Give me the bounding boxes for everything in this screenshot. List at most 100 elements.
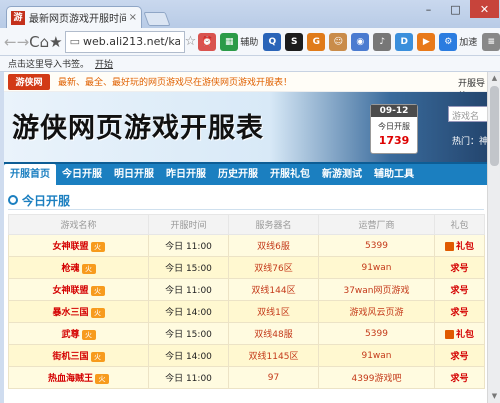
calendar-count: 1739 xyxy=(378,134,410,147)
nav-tab-2[interactable]: 明日开服 xyxy=(108,164,160,185)
game-name-link[interactable]: 女神联盟 xyxy=(52,286,88,296)
nav-tab-1[interactable]: 今日开服 xyxy=(56,164,108,185)
column-header: 开服时间 xyxy=(148,214,229,235)
nav-tab-5[interactable]: 开服礼包 xyxy=(264,164,316,185)
game-ext-icon[interactable]: G xyxy=(307,32,326,51)
game-cell: 武尊火 xyxy=(8,322,149,345)
disk-ext-icon[interactable]: ◉ xyxy=(351,32,370,51)
today-calendar: 09-12 今日开服 1739 xyxy=(370,104,418,154)
maximize-button[interactable]: □ xyxy=(443,0,468,18)
operator-link[interactable]: 5399 xyxy=(318,234,435,257)
gift-link[interactable]: 求号 xyxy=(450,264,468,274)
scroll-down-icon[interactable]: ▼ xyxy=(490,392,499,401)
scroll-up-icon[interactable]: ▲ xyxy=(490,74,499,83)
gift-link[interactable]: 求号 xyxy=(450,374,468,384)
game-name-link[interactable]: 街机三国 xyxy=(52,352,88,362)
hot-badge-icon: 火 xyxy=(90,241,105,252)
gift-link[interactable]: 礼包 xyxy=(456,242,474,252)
server-name-link[interactable]: 双线6服 xyxy=(228,234,319,257)
gift-cell: 求号 xyxy=(434,300,485,323)
calendar-label: 今日开服 xyxy=(378,122,410,131)
site-logo[interactable]: 游侠网 xyxy=(8,73,50,90)
server-name-link[interactable]: 双线1区 xyxy=(228,300,319,323)
bookmarks-star-icon[interactable]: ★ xyxy=(49,31,62,53)
close-window-button[interactable]: ✕ xyxy=(470,0,499,18)
tab-title: 最新网页游戏开服时间表 xyxy=(29,14,126,25)
open-time-cell: 今日 11:00 xyxy=(148,278,229,301)
tab-close-icon[interactable]: × xyxy=(129,12,137,23)
hot-badge-icon: 火 xyxy=(81,329,96,340)
site-top-strip: 游侠网 最新、最全、最好玩的网页游戏尽在游侠网页游戏开服表！ 开服导航 xyxy=(4,72,487,102)
qq-ext-icon[interactable]: Q xyxy=(263,32,282,51)
page-scrollbar[interactable]: ▲ ▼ xyxy=(487,72,500,403)
operator-link[interactable]: 4399游戏吧 xyxy=(318,366,435,389)
game-name-link[interactable]: 女神联盟 xyxy=(52,242,88,252)
bookmark-star-icon[interactable]: ☆ xyxy=(185,34,197,49)
scroll-thumb[interactable] xyxy=(490,86,499,166)
promo-text: 最新、最全、最好玩的网页游戏尽在游侠网页游戏开服表！ xyxy=(58,78,293,88)
nav-tab-6[interactable]: 新游测试 xyxy=(316,164,368,185)
game-name-link[interactable]: 暴水三国 xyxy=(52,308,88,318)
nav-tab-7[interactable]: 辅助工具 xyxy=(368,164,420,185)
nav-tab-4[interactable]: 历史开服 xyxy=(212,164,264,185)
address-text[interactable]: web.ali213.net/kai xyxy=(83,35,180,48)
server-name-link[interactable]: 双线76区 xyxy=(228,256,319,279)
hot-badge-icon: 火 xyxy=(81,263,96,274)
gift-link[interactable]: 求号 xyxy=(450,352,468,362)
gift-icon xyxy=(444,330,454,339)
gift-cell: 求号 xyxy=(434,278,485,301)
operator-link[interactable]: 5399 xyxy=(318,322,435,345)
menu-icon[interactable]: ≡ xyxy=(482,32,500,51)
game-name-link[interactable]: 武尊 xyxy=(61,330,79,340)
gift-link[interactable]: 求号 xyxy=(450,286,468,296)
nav-tab-0[interactable]: 开服首页 xyxy=(4,164,56,185)
speedup-ext-icon[interactable]: ⚙ xyxy=(439,32,458,51)
game-cell: 暴水三国火 xyxy=(8,300,149,323)
play-ext-icon[interactable]: ▶ xyxy=(417,32,436,51)
assist-ext-icon[interactable]: ▦ xyxy=(220,32,239,51)
forward-button[interactable]: → xyxy=(17,31,30,53)
gift-cell: 礼包 xyxy=(434,322,485,345)
open-time-cell: 今日 11:00 xyxy=(148,366,229,389)
address-bar[interactable]: ▭ web.ali213.net/kai xyxy=(64,30,185,53)
server-name-link[interactable]: 双线48服 xyxy=(228,322,319,345)
gift-link[interactable]: 礼包 xyxy=(456,330,474,340)
table-row: 热血海贼王火今日 11:00 97 4399游戏吧 求号 xyxy=(8,366,485,389)
banner-title: 游侠网页游戏开服表 xyxy=(12,113,264,144)
operator-link[interactable]: 91wan xyxy=(318,256,435,279)
import-bookmarks-link[interactable]: 开始 xyxy=(95,57,113,70)
speedup-ext-label[interactable]: 加速 xyxy=(459,35,477,48)
assist-ext-label[interactable]: 辅助 xyxy=(240,35,258,48)
browser-toolbar: ← → C ⌂ ★ ▭ web.ali213.net/kai ☆ ⏰ ▦ 辅助 Q S G… xyxy=(0,28,500,56)
server-name-link[interactable]: 双线144区 xyxy=(228,278,319,301)
new-tab-button[interactable] xyxy=(143,12,171,26)
nav-tab-3[interactable]: 昨日开服 xyxy=(160,164,212,185)
server-name-link[interactable]: 97 xyxy=(228,366,319,389)
hot-games-label: 热门：神魔 xyxy=(452,137,487,147)
game-name-link[interactable]: 热血海贼王 xyxy=(48,374,93,384)
translate-ext-icon[interactable]: S xyxy=(285,32,304,51)
game-cell: 街机三国火 xyxy=(8,344,149,367)
browser-tab[interactable]: 游 最新网页游戏开服时间表 × xyxy=(6,6,142,28)
operator-link[interactable]: 91wan xyxy=(318,344,435,367)
column-header: 运营厂商 xyxy=(318,214,435,235)
open-time-cell: 今日 15:00 xyxy=(148,256,229,279)
media-ext-icon[interactable]: D xyxy=(395,32,414,51)
gift-cell: 礼包 xyxy=(434,234,485,257)
game-name-link[interactable]: 枪魂 xyxy=(61,264,79,274)
server-name-link[interactable]: 双线1145区 xyxy=(228,344,319,367)
reload-button[interactable]: C xyxy=(29,31,39,53)
operator-link[interactable]: 37wan网页游戏 xyxy=(318,278,435,301)
operator-link[interactable]: 游戏风云页游 xyxy=(318,300,435,323)
back-button[interactable]: ← xyxy=(4,31,17,53)
column-header: 服务器名 xyxy=(228,214,319,235)
browser-tab-strip: 游 最新网页游戏开服时间表 × – □ ✕ xyxy=(0,0,500,28)
sound-ext-icon[interactable]: ♪ xyxy=(373,32,392,51)
table-row: 街机三国火今日 14:00 双线1145区 91wan 求号 xyxy=(8,344,485,367)
gift-link[interactable]: 求号 xyxy=(450,308,468,318)
game-search-input[interactable]: 游戏名 xyxy=(448,106,487,122)
alarm-ext-icon[interactable]: ⏰ xyxy=(198,32,217,51)
home-button[interactable]: ⌂ xyxy=(40,31,50,53)
face-ext-icon[interactable]: ☺ xyxy=(329,32,348,51)
minimize-button[interactable]: – xyxy=(416,0,441,18)
